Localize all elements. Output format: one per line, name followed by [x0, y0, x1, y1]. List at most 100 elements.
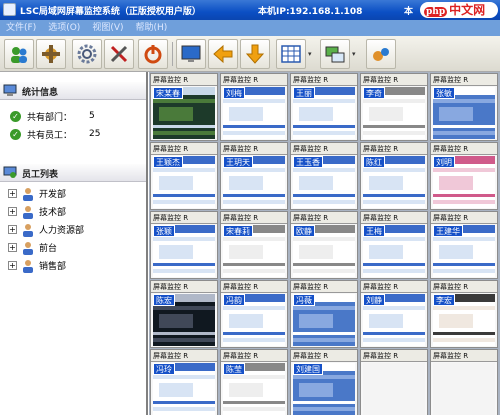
monitor-cell[interactable]: 屏幕监控 R 宋某春 [150, 73, 218, 141]
monitor-cell[interactable]: 屏幕监控 R 刘梅 [220, 73, 288, 141]
monitor-caption: 屏幕监控 R [291, 281, 357, 293]
screen-swap-button[interactable] [320, 39, 350, 69]
monitor-cell[interactable]: 屏幕监控 R 刘建国 [290, 349, 358, 415]
employee-list-header: 员工列表 [0, 164, 146, 182]
monitor-cell[interactable]: 屏幕监控 R 陈莹 [220, 349, 288, 415]
employee-name-tag: 刘梅 [223, 87, 245, 99]
power-button[interactable] [138, 39, 168, 69]
screen-thumbnail[interactable]: 冯薇 [293, 294, 355, 346]
screen-thumbnail[interactable]: 陈莹 [223, 363, 285, 415]
screen-thumbnail[interactable] [363, 363, 425, 415]
screen-thumbnail[interactable]: 宋某春 [153, 87, 215, 139]
tree-item-hr[interactable]: + 人力资源部 [8, 222, 84, 237]
settings-button[interactable] [72, 39, 102, 69]
employee-name-tag: 陈宏 [153, 294, 175, 306]
screen-thumbnail[interactable]: 刘建国 [293, 363, 355, 415]
users-button[interactable] [4, 39, 34, 69]
monitor-caption: 屏幕监控 R [221, 350, 287, 362]
expand-icon[interactable]: + [8, 261, 17, 270]
thumbnail-content [159, 314, 193, 328]
screen-thumbnail[interactable]: 王丽 [293, 87, 355, 139]
expand-icon[interactable]: + [8, 189, 17, 198]
screen-thumbnail[interactable]: 冯玲 [153, 363, 215, 415]
monitor-cell[interactable]: 屏幕监控 R [430, 349, 498, 415]
previous-button[interactable] [208, 39, 238, 69]
thumbnail-content [293, 401, 355, 404]
monitor-cell[interactable]: 屏幕监控 R 王丽 [290, 73, 358, 141]
tree-item-tech[interactable]: + 技术部 [8, 204, 66, 219]
monitor-cell[interactable]: 屏幕监控 R 冯韵 [220, 280, 288, 348]
expand-icon[interactable]: + [8, 207, 17, 216]
monitor-cell[interactable]: 屏幕监控 R 欧静 [290, 211, 358, 279]
expand-icon[interactable]: + [8, 243, 17, 252]
monitor-cell[interactable]: 屏幕监控 R 李奇 [360, 73, 428, 141]
employee-name-tag: 王颖杰 [153, 156, 183, 168]
monitor-cell[interactable]: 屏幕监控 R 冯玲 [150, 349, 218, 415]
screen-thumbnail[interactable]: 宋春莉 [223, 225, 285, 277]
monitor-cell[interactable]: 屏幕监控 R 陈红 [360, 142, 428, 210]
monitor-cell[interactable]: 屏幕监控 R 王梅 [360, 211, 428, 279]
employee-name-tag: 冯薇 [293, 294, 315, 306]
thumbnail-content [369, 314, 403, 328]
layout-button[interactable] [276, 39, 306, 69]
thumbnail-content [293, 131, 355, 135]
menu-file[interactable]: 文件(F) [6, 20, 36, 36]
monitor-cell[interactable]: 屏幕监控 R 王颖杰 [150, 142, 218, 210]
employee-name-tag: 刘静 [363, 294, 385, 306]
employee-name-tag: 刘明 [433, 156, 455, 168]
screen-thumbnail[interactable]: 欧静 [293, 225, 355, 277]
screen-thumbnail[interactable]: 张颖 [153, 225, 215, 277]
monitor-cell[interactable]: 屏幕监控 R 冯薇 [290, 280, 358, 348]
screen-thumbnail[interactable]: 陈红 [363, 156, 425, 208]
tools-button[interactable] [36, 39, 66, 69]
expand-icon[interactable]: + [8, 225, 17, 234]
screen-thumbnail[interactable]: 陈宏 [153, 294, 215, 346]
monitor-cell[interactable]: 屏幕监控 R 王建华 [430, 211, 498, 279]
screen-thumbnail[interactable]: 王玉香 [293, 156, 355, 208]
menu-view[interactable]: 视图(V) [92, 20, 123, 36]
stats-icon [3, 84, 17, 96]
next-button[interactable] [240, 39, 270, 69]
employee-name-tag: 王建华 [433, 225, 463, 237]
monitor-cell[interactable]: 屏幕监控 R 王玥天 [220, 142, 288, 210]
tree-item-dev[interactable]: + 开发部 [8, 186, 66, 201]
screen-thumbnail[interactable]: 刘梅 [223, 87, 285, 139]
menu-help[interactable]: 帮助(H) [136, 20, 168, 36]
layout-dropdown-icon[interactable]: ▾ [308, 50, 314, 58]
tree-item-front-desk[interactable]: + 前台 [8, 240, 57, 255]
screen-thumbnail[interactable]: 刘静 [363, 294, 425, 346]
monitor-cell[interactable]: 屏幕监控 R 王玉香 [290, 142, 358, 210]
transfer-button[interactable] [366, 39, 396, 69]
screen-thumbnail[interactable]: 李奇 [363, 87, 425, 139]
screen-thumbnail[interactable]: 王建华 [433, 225, 495, 277]
monitor-cell[interactable]: 屏幕监控 R 陈宏 [150, 280, 218, 348]
menu-options[interactable]: 选项(O) [48, 20, 80, 36]
screen-thumbnail[interactable]: 冯韵 [223, 294, 285, 346]
monitor-button[interactable] [176, 39, 206, 69]
employee-name-tag: 张敏 [433, 87, 455, 99]
wrench-button[interactable] [104, 39, 134, 69]
employee-name-tag: 王玥天 [223, 156, 253, 168]
monitor-cell[interactable]: 屏幕监控 R 刘静 [360, 280, 428, 348]
screen-thumbnail[interactable] [433, 363, 495, 415]
monitor-cell[interactable]: 屏幕监控 R [360, 349, 428, 415]
monitor-cell[interactable]: 屏幕监控 R 刘明 [430, 142, 498, 210]
group-icon [23, 259, 33, 273]
monitor-cell[interactable]: 屏幕监控 R 李宏 [430, 280, 498, 348]
thumbnail-content [229, 176, 263, 190]
screen-thumbnail[interactable]: 王颖杰 [153, 156, 215, 208]
tree-item-sales[interactable]: + 销售部 [8, 258, 66, 273]
monitor-cell[interactable]: 屏幕监控 R 张敏 [430, 73, 498, 141]
monitor-cell[interactable]: 屏幕监控 R 宋春莉 [220, 211, 288, 279]
screen-thumbnail[interactable]: 张敏 [433, 87, 495, 139]
screen-thumbnail[interactable]: 王梅 [363, 225, 425, 277]
monitor-cell[interactable]: 屏幕监控 R 张颖 [150, 211, 218, 279]
screen-thumbnail[interactable]: 李宏 [433, 294, 495, 346]
employee-name-tag: 陈莹 [223, 363, 245, 375]
screen-thumbnail[interactable]: 刘明 [433, 156, 495, 208]
monitor-caption: 屏幕监控 R [431, 350, 497, 362]
thumbnail-content [293, 338, 355, 342]
screen-thumbnail[interactable]: 王玥天 [223, 156, 285, 208]
swap-dropdown-icon[interactable]: ▾ [352, 50, 358, 58]
thumbnail-content [293, 332, 355, 335]
